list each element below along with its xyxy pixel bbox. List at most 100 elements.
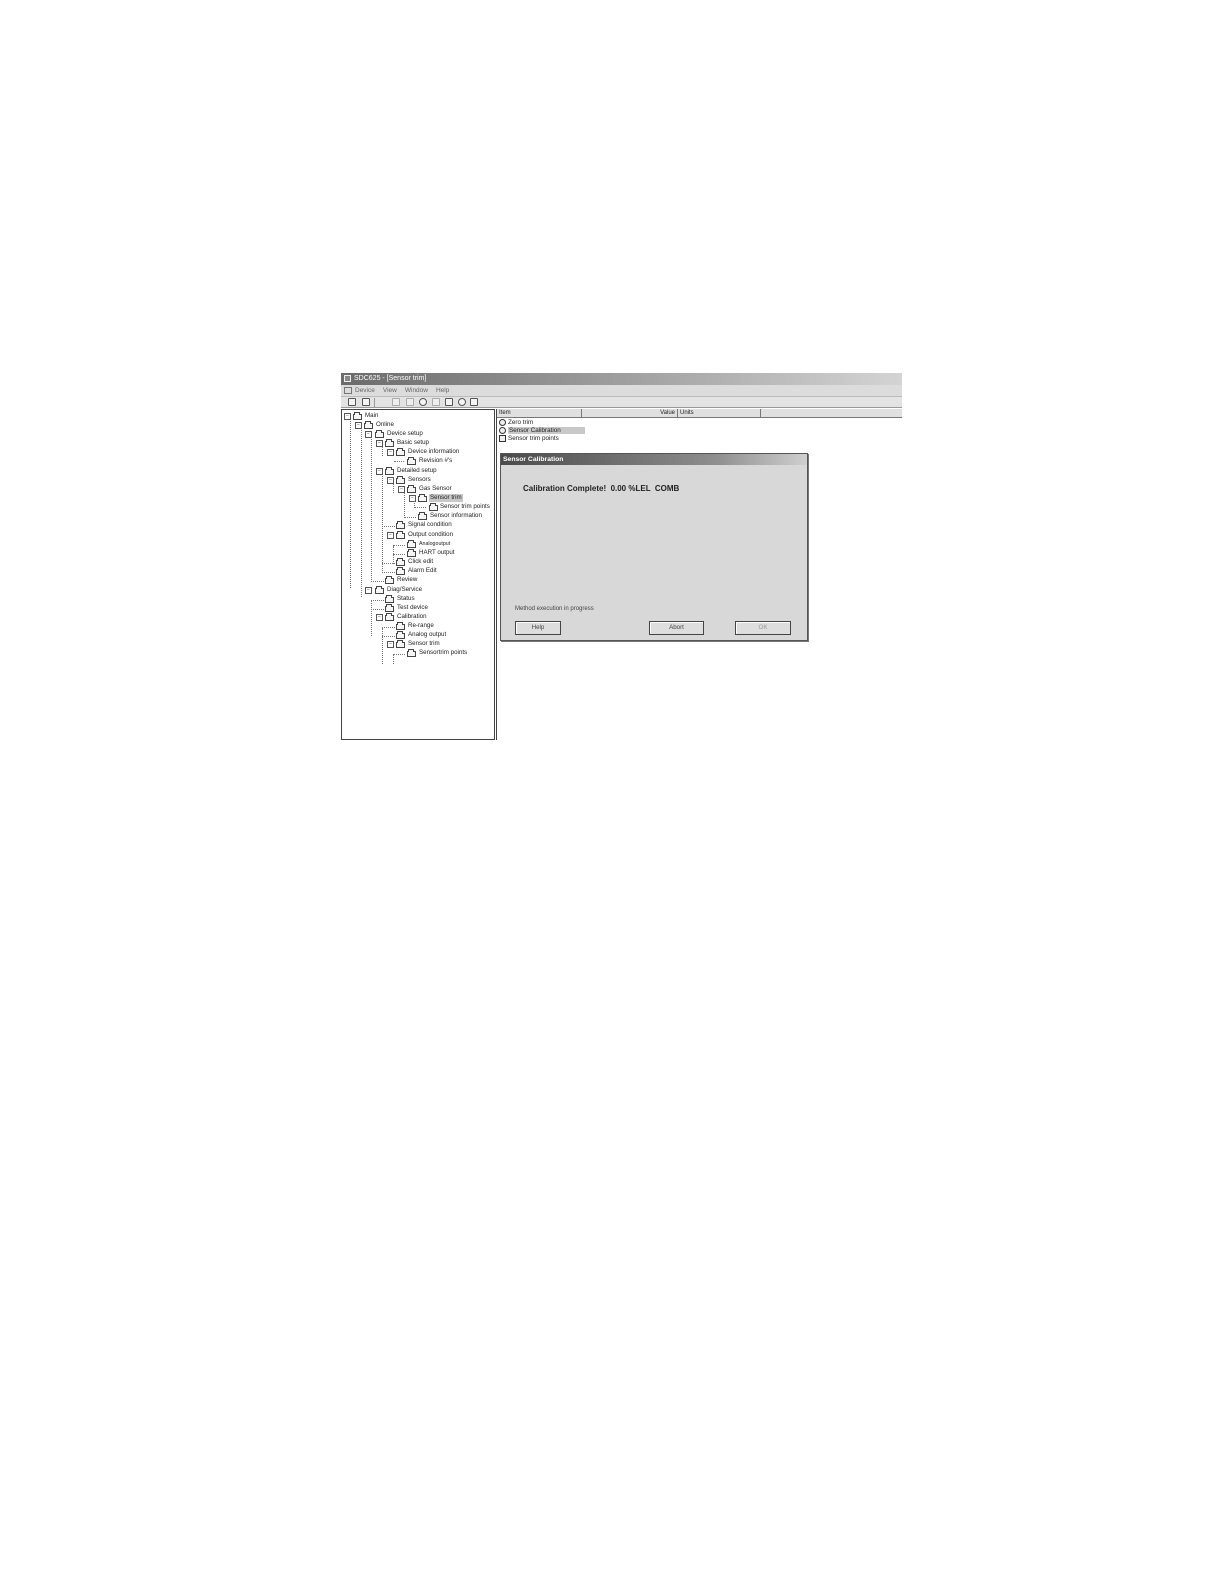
upload-icon[interactable] — [432, 398, 440, 406]
column-units[interactable]: Units — [678, 409, 761, 417]
tree-item-click-edit[interactable]: Click edit — [408, 558, 433, 566]
app-icon — [344, 375, 351, 382]
tree-connector — [382, 526, 395, 527]
tree-connector — [371, 600, 372, 636]
report-icon[interactable] — [470, 398, 478, 406]
folder-icon — [407, 457, 416, 465]
tree-connector — [382, 636, 395, 637]
tree-item-sensor-trim-points[interactable]: Sensor trim points — [440, 503, 490, 511]
refresh-icon[interactable] — [419, 398, 427, 406]
tree-item-signal-condition[interactable]: Signal condition — [408, 521, 452, 529]
print-icon[interactable] — [406, 398, 414, 406]
tree-item-main[interactable]: Main — [365, 412, 378, 420]
device-properties-icon[interactable] — [362, 398, 370, 406]
expand-toggle[interactable]: − — [344, 413, 351, 420]
folder-icon — [385, 604, 394, 612]
menu-view[interactable]: View — [383, 387, 397, 394]
tree-connector — [404, 492, 405, 518]
abort-button[interactable]: Abort — [649, 621, 704, 635]
tree-connector — [404, 517, 416, 518]
expand-toggle[interactable]: − — [387, 477, 394, 484]
tree-item-diag-service[interactable]: Diag/Service — [387, 586, 422, 594]
tree-connector — [382, 446, 383, 456]
folder-icon — [375, 586, 384, 594]
expand-toggle[interactable]: − — [365, 587, 372, 594]
tree-item-revision[interactable]: Revision #'s — [419, 457, 452, 465]
menu-device[interactable]: Device — [355, 387, 375, 394]
navigation-tree: − Main − Online − Device setup − Basic s… — [341, 409, 495, 740]
download-icon[interactable] — [445, 398, 453, 406]
folder-icon — [499, 435, 506, 442]
expand-toggle[interactable]: − — [387, 532, 394, 539]
tree-item-test-device[interactable]: Test device — [397, 604, 428, 612]
list-item-sensor-calibration[interactable]: Sensor Calibration — [499, 427, 585, 435]
expand-toggle[interactable]: − — [398, 486, 405, 493]
tree-item-online[interactable]: Online — [376, 421, 394, 429]
tree-item-status[interactable]: Status — [397, 595, 415, 603]
tree-item-output-condition[interactable]: Output condition — [408, 531, 453, 539]
title-bar: SDC625 - [Sensor trim] — [341, 373, 902, 385]
tree-item-sensor-trim-selected[interactable]: Sensor trim — [429, 494, 463, 502]
window-title: SDC625 - [Sensor trim] — [354, 375, 427, 382]
expand-toggle[interactable]: − — [387, 449, 394, 456]
menu-window[interactable]: Window — [405, 387, 428, 394]
document-icon[interactable] — [344, 387, 352, 394]
folder-icon — [396, 558, 405, 566]
list-item-zero-trim[interactable]: Zero trim — [499, 419, 533, 427]
tree-connector — [361, 428, 362, 597]
expand-toggle[interactable]: − — [376, 440, 383, 447]
folder-icon — [385, 439, 394, 447]
tree-item-calibration[interactable]: Calibration — [397, 613, 427, 621]
folder-icon — [396, 448, 405, 456]
tree-item-alarm-edit[interactable]: Alarm Edit — [408, 567, 437, 575]
tree-connector — [393, 655, 394, 664]
tree-item-sensors[interactable]: Sensors — [408, 476, 431, 484]
device-icon — [364, 421, 373, 429]
folder-icon — [385, 613, 394, 621]
tree-item-device-setup[interactable]: Device setup — [387, 430, 423, 438]
tree-item-review[interactable]: Review — [397, 576, 417, 584]
folder-icon — [407, 549, 416, 557]
tree-connector — [371, 437, 372, 580]
save-icon[interactable] — [392, 398, 400, 406]
folder-icon — [396, 567, 405, 575]
method-icon — [499, 419, 506, 426]
tree-connector — [414, 507, 426, 508]
folder-icon — [407, 649, 416, 657]
folder-open-icon — [418, 494, 427, 502]
tree-item-basic-setup[interactable]: Basic setup — [397, 439, 429, 447]
tree-item-detailed-setup[interactable]: Detailed setup — [397, 467, 437, 475]
folder-icon — [407, 485, 416, 493]
ok-button[interactable]: OK — [735, 621, 791, 635]
folder-icon — [385, 595, 394, 603]
help-button[interactable]: Help — [515, 621, 561, 635]
tree-item-analogoutput[interactable]: Analogoutput — [419, 540, 450, 548]
calibration-message: Calibration Complete! 0.00 %LEL COMB — [523, 484, 680, 493]
expand-toggle[interactable]: − — [376, 468, 383, 475]
expand-toggle[interactable]: − — [355, 422, 362, 429]
column-value[interactable]: Value — [582, 409, 678, 417]
tree-item-analog-output[interactable]: Analog output — [408, 631, 446, 639]
tree-item-re-range[interactable]: Re-range — [408, 622, 434, 630]
new-document-icon[interactable] — [348, 398, 356, 406]
expand-toggle[interactable]: − — [365, 431, 372, 438]
tree-item-gas-sensor[interactable]: Gas Sensor — [419, 485, 452, 493]
expand-toggle[interactable]: − — [376, 614, 383, 621]
tree-item-sensor-trim[interactable]: Sensor trim — [408, 640, 440, 648]
tree-item-device-information[interactable]: Device information — [408, 448, 459, 456]
menu-help[interactable]: Help — [436, 387, 449, 394]
tree-item-hart-output[interactable]: HART output — [419, 549, 455, 557]
tree-connector — [393, 546, 394, 564]
tree-item-sensortrim-points[interactable]: Sensortrim points — [419, 649, 467, 657]
tree-item-sensor-information[interactable]: Sensor information — [430, 512, 482, 520]
sync-icon[interactable] — [458, 398, 466, 406]
column-item[interactable]: Item — [497, 409, 582, 417]
tree-connector — [382, 628, 383, 664]
expand-toggle[interactable]: − — [387, 641, 394, 648]
list-item-sensor-trim-points[interactable]: Sensor trim points — [499, 435, 559, 443]
toolbar — [341, 396, 902, 408]
tree-connector — [382, 572, 395, 573]
folder-icon — [407, 540, 416, 548]
folder-icon — [385, 576, 394, 584]
folder-icon — [396, 476, 405, 484]
